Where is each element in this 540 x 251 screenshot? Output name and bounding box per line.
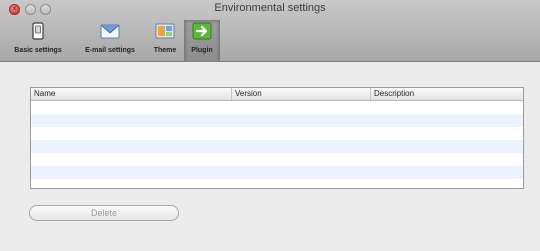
toolbar-label: E-mail settings: [85, 47, 135, 54]
toolbar-plugin[interactable]: Plugin: [184, 20, 220, 62]
table-row: [31, 127, 523, 140]
column-header-name[interactable]: Name: [31, 88, 232, 100]
table-row: [31, 114, 523, 127]
plugin-table: Name Version Description: [30, 87, 524, 189]
switch-icon: [32, 22, 44, 40]
plugin-arrow-icon: [192, 22, 212, 40]
table-header: Name Version Description: [31, 88, 523, 101]
table-row: [31, 166, 523, 179]
toolbar-email-settings[interactable]: E-mail settings: [74, 20, 146, 62]
toolbar: × Environmental settings Basic settings …: [0, 0, 540, 62]
column-header-version[interactable]: Version: [232, 88, 371, 100]
table-row: [31, 179, 523, 188]
table-row: [31, 140, 523, 153]
toolbar-label: Theme: [153, 47, 177, 54]
environmental-settings-window: × Environmental settings Basic settings …: [0, 0, 540, 251]
envelope-icon: [100, 24, 120, 39]
table-body[interactable]: [31, 101, 523, 188]
delete-button[interactable]: Delete: [29, 205, 179, 221]
window-title: Environmental settings: [214, 2, 326, 14]
toolbar-theme[interactable]: Theme: [148, 20, 182, 62]
table-row: [31, 101, 523, 114]
column-header-description[interactable]: Description: [371, 88, 523, 100]
toolbar-label: Plugin: [191, 47, 213, 54]
palette-icon: [155, 23, 175, 39]
table-row: [31, 153, 523, 166]
toolbar-basic-settings[interactable]: Basic settings: [6, 20, 70, 62]
toolbar-label: Basic settings: [14, 47, 62, 54]
